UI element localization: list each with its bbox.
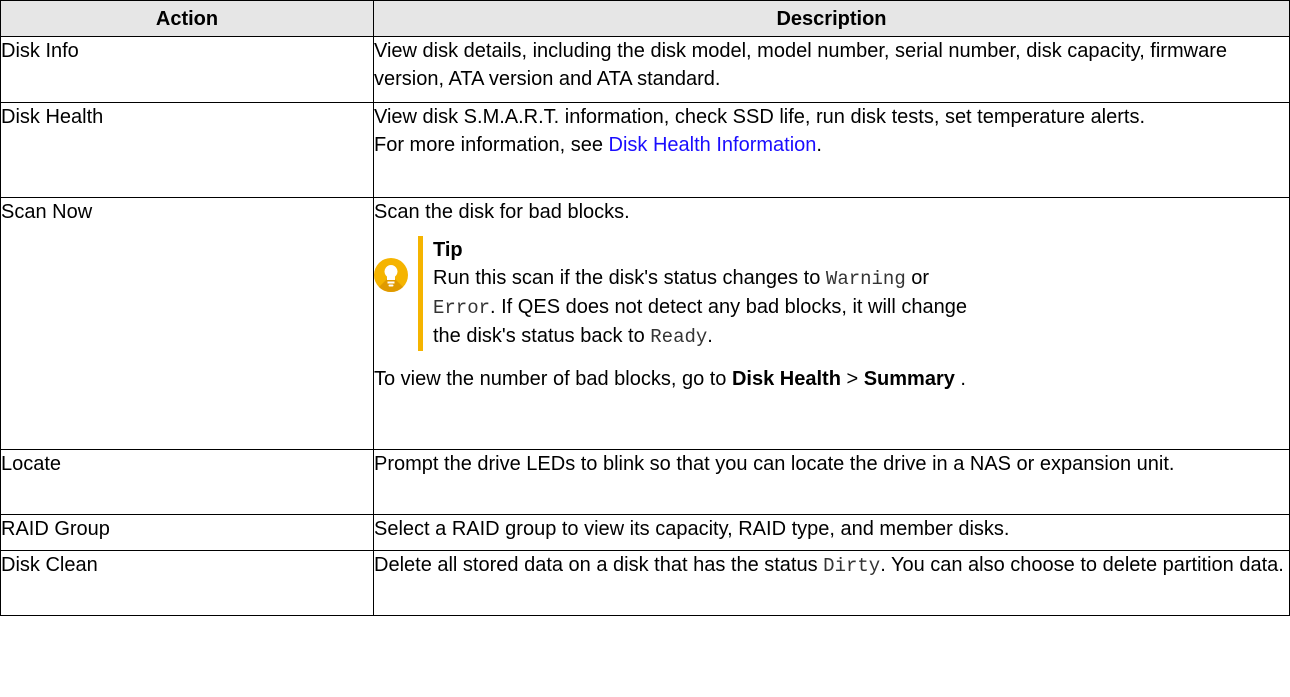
tip-note: Tip Run this scan if the disk's status c…: [374, 236, 1289, 351]
text-span: .: [954, 368, 966, 390]
description-cell: Select a RAID group to view its capacity…: [373, 514, 1290, 551]
column-header-action: Action: [0, 0, 374, 37]
action-cell: Disk Health: [0, 102, 374, 198]
table-row: Disk Clean Delete all stored data on a d…: [0, 550, 1290, 616]
text-span: To view the number of bad blocks, go to: [374, 368, 732, 390]
text-span: Run this scan if the disk's status chang…: [433, 267, 826, 289]
ui-path-bold: Disk Health: [731, 368, 841, 390]
action-cell: Locate: [0, 449, 374, 515]
description-cell: Prompt the drive LEDs to blink so that y…: [373, 449, 1290, 515]
table-row: Disk Info View disk details, including t…: [0, 36, 1290, 103]
tip-title: Tip: [433, 239, 463, 261]
ui-path-bold: Summary: [863, 368, 955, 390]
description-text: To view the number of bad blocks, go to …: [374, 365, 1289, 393]
text-span: or: [905, 267, 930, 289]
table-row: RAID Group Select a RAID group to view i…: [0, 514, 1290, 551]
text-span: . You can also choose to delete partitio…: [880, 554, 1284, 576]
action-cell: Disk Info: [0, 36, 374, 103]
status-code: Dirty: [823, 555, 881, 577]
text-span: .: [816, 134, 822, 156]
description-text: View disk S.M.A.R.T. information, check …: [374, 106, 1146, 128]
table-row: Disk Health View disk S.M.A.R.T. informa…: [0, 102, 1290, 198]
text-span: For more information, see: [374, 134, 609, 156]
action-cell: Scan Now: [0, 197, 374, 450]
actions-table: Action Description Disk Info View disk d…: [0, 0, 1290, 616]
tip-body: Tip Run this scan if the disk's status c…: [433, 236, 1289, 351]
description-cell: Delete all stored data on a disk that ha…: [373, 550, 1290, 616]
lightbulb-icon: [374, 258, 408, 292]
status-code: Ready: [650, 326, 708, 348]
table-row: Scan Now Scan the disk for bad blocks. T…: [0, 197, 1290, 450]
tip-accent-bar: [418, 236, 423, 351]
status-code: Warning: [825, 268, 906, 290]
text-span: >: [840, 368, 864, 390]
description-text: For more information, see Disk Health In…: [374, 131, 1289, 159]
description-cell: Scan the disk for bad blocks. Tip Run th…: [373, 197, 1290, 450]
status-code: Error: [433, 297, 491, 319]
column-header-description: Description: [373, 0, 1290, 37]
description-cell: View disk S.M.A.R.T. information, check …: [373, 102, 1290, 198]
description-text: Scan the disk for bad blocks.: [374, 201, 630, 223]
disk-health-information-link[interactable]: Disk Health Information: [609, 134, 817, 156]
text-span: Delete all stored data on a disk that ha…: [374, 554, 824, 576]
action-cell: RAID Group: [0, 514, 374, 551]
tip-text: Run this scan if the disk's status chang…: [433, 264, 993, 351]
text-span: .: [707, 325, 713, 347]
action-cell: Disk Clean: [0, 550, 374, 616]
table-row: Locate Prompt the drive LEDs to blink so…: [0, 449, 1290, 515]
description-cell: View disk details, including the disk mo…: [373, 36, 1290, 103]
table-header-row: Action Description: [0, 0, 1290, 37]
